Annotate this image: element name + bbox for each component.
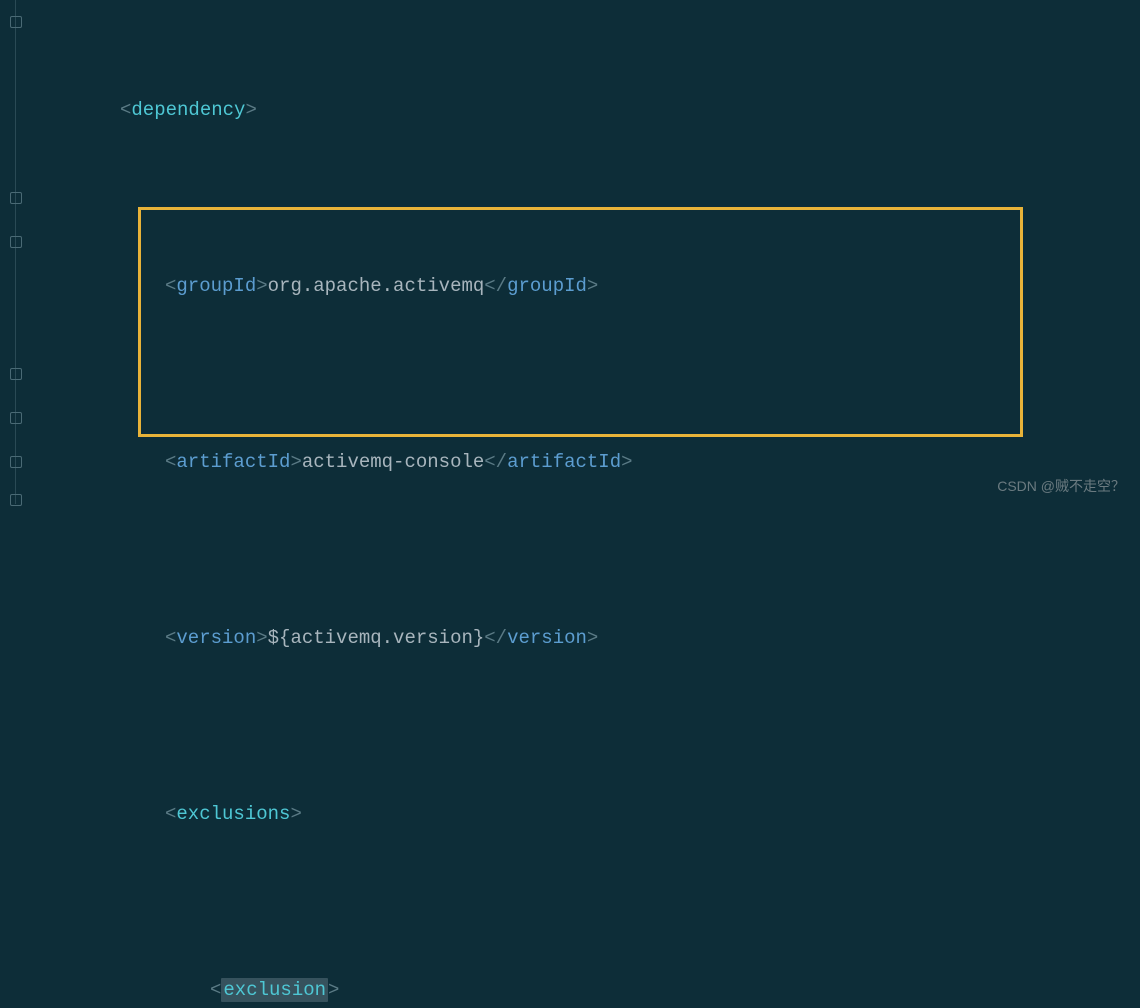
xml-text: ${activemq.version}: [268, 627, 485, 649]
bracket: >: [256, 275, 267, 297]
bracket: >: [256, 627, 267, 649]
bracket: >: [245, 99, 256, 121]
bracket: <: [165, 803, 176, 825]
bracket: <: [120, 99, 131, 121]
xml-tag: groupId: [176, 275, 256, 297]
xml-tag: artifactId: [176, 451, 290, 473]
xml-tag: version: [507, 627, 587, 649]
code-line: <groupId>org.apache.activemq</groupId>: [30, 264, 1140, 308]
code-line: <artifactId>activemq-console</artifactId…: [30, 440, 1140, 484]
bracket: >: [621, 451, 632, 473]
fold-marker-icon[interactable]: [10, 456, 22, 468]
bracket: >: [587, 627, 598, 649]
code-editor[interactable]: <dependency> <groupId>org.apache.activem…: [30, 0, 1140, 1008]
bracket: </: [484, 275, 507, 297]
bracket: <: [165, 627, 176, 649]
xml-tag: artifactId: [507, 451, 621, 473]
xml-tag-highlighted: exclusion: [221, 978, 328, 1002]
code-line: <version>${activemq.version}</version>: [30, 616, 1140, 660]
fold-marker-icon[interactable]: [10, 16, 22, 28]
bracket: >: [290, 451, 301, 473]
code-line: <dependency>: [30, 88, 1140, 132]
xml-tag: exclusions: [176, 803, 290, 825]
fold-marker-icon[interactable]: [10, 412, 22, 424]
xml-tag: version: [176, 627, 256, 649]
watermark: CSDN @贼不走空？: [997, 476, 1125, 496]
bracket: <: [165, 451, 176, 473]
fold-marker-icon[interactable]: [10, 236, 22, 248]
fold-marker-icon[interactable]: [10, 192, 22, 204]
bracket: </: [484, 627, 507, 649]
editor-gutter: [0, 0, 30, 504]
fold-marker-icon[interactable]: [10, 368, 22, 380]
bracket: </: [484, 451, 507, 473]
code-line: <exclusions>: [30, 792, 1140, 836]
bracket: <: [165, 275, 176, 297]
xml-text: org.apache.activemq: [268, 275, 485, 297]
code-line: <exclusion>: [30, 968, 1140, 1008]
bracket: >: [587, 275, 598, 297]
xml-tag: groupId: [507, 275, 587, 297]
xml-tag: dependency: [131, 99, 245, 121]
bracket: <: [210, 979, 221, 1001]
bracket: >: [290, 803, 301, 825]
bracket: >: [328, 979, 339, 1001]
gutter-line: [15, 0, 16, 504]
fold-marker-icon[interactable]: [10, 494, 22, 506]
xml-text: activemq-console: [302, 451, 484, 473]
